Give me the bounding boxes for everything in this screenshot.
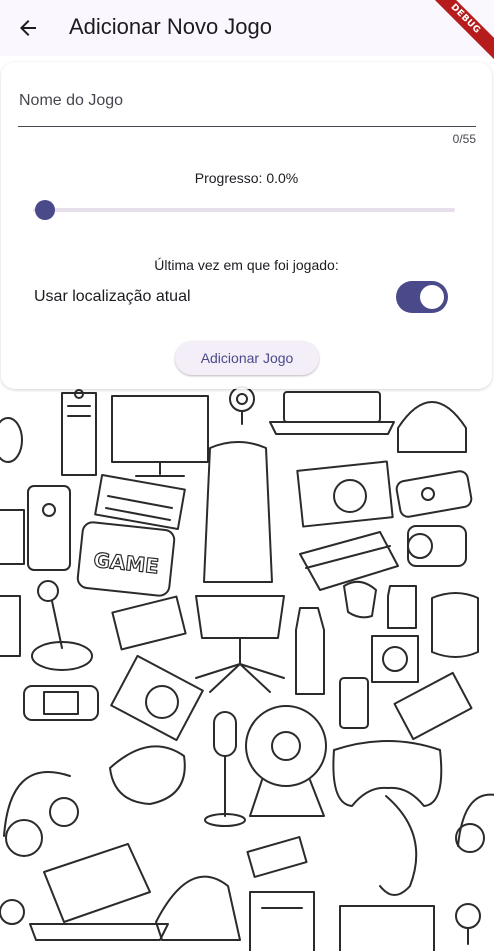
app-bar: Adicionar Novo Jogo xyxy=(0,0,494,56)
mouse-icon-2 xyxy=(109,745,186,805)
progress-label: Progresso: 0.0% xyxy=(194,170,299,186)
slider-track xyxy=(33,208,455,212)
webcam-icon-2 xyxy=(407,525,467,567)
monitor-icon-2 xyxy=(0,509,25,565)
headphones-icon xyxy=(3,771,79,857)
vr-headset-icon xyxy=(397,401,467,453)
microphone-icon xyxy=(204,711,246,827)
webcam-icon-3 xyxy=(455,903,481,945)
laptop-icon-2 xyxy=(29,843,169,941)
cpu-icon xyxy=(371,635,419,683)
energy-drink-icon xyxy=(295,607,325,695)
micro-sd-icon xyxy=(387,585,417,629)
game-name-placeholder: Nome do Jogo xyxy=(19,92,124,109)
last-played-label: Última vez em que foi jogado: xyxy=(154,257,339,273)
use-location-toggle[interactable] xyxy=(396,281,448,313)
pc-tower-icon xyxy=(61,389,97,476)
back-button[interactable] xyxy=(8,8,48,48)
speaker-icon xyxy=(27,485,71,571)
cd-case-icon xyxy=(110,654,204,742)
joystick-icon xyxy=(31,580,93,671)
mouse-icon xyxy=(0,417,23,463)
handheld-console-icon-2 xyxy=(23,685,99,721)
slider-thumb[interactable] xyxy=(35,200,55,220)
console-icon xyxy=(299,531,399,591)
smartphone-icon xyxy=(339,677,369,729)
speaker-icon-2 xyxy=(431,592,479,658)
monitor-icon xyxy=(111,395,209,477)
gpu-icon xyxy=(296,460,394,528)
form-card: Nome do Jogo 0/55 Progresso: 0.0% Última… xyxy=(1,62,492,389)
use-location-label: Usar localização atual xyxy=(34,288,191,305)
page-title: Adicionar Novo Jogo xyxy=(69,14,273,39)
handheld-console-icon xyxy=(395,470,473,518)
keyboard-icon xyxy=(94,474,186,530)
headphones-icon-2 xyxy=(455,793,494,853)
add-game-button[interactable]: Adicionar Jogo xyxy=(175,341,319,375)
pc-tower-icon-2 xyxy=(249,891,315,951)
character-counter: 0/55 xyxy=(452,132,476,146)
controller-icon xyxy=(343,580,377,619)
router-icon xyxy=(246,836,308,878)
svg-text:GAME: GAME xyxy=(93,548,161,579)
toggle-thumb xyxy=(420,285,444,309)
gaming-chair-icon xyxy=(195,441,285,693)
card-game-icon xyxy=(111,595,187,651)
laptop-icon xyxy=(269,391,395,435)
progress-slider[interactable] xyxy=(33,198,455,222)
monitor-icon-3 xyxy=(339,905,435,951)
webcam-icon xyxy=(229,386,255,425)
vr-headset-icon-2 xyxy=(155,875,241,941)
arrow-back-icon xyxy=(20,20,36,36)
cable-icon xyxy=(379,795,418,896)
webcam-icon-4 xyxy=(0,899,25,925)
speaker-icon-3 xyxy=(0,595,21,657)
steering-wheel-icon xyxy=(245,705,327,817)
game-name-input[interactable]: Nome do Jogo xyxy=(18,80,476,127)
